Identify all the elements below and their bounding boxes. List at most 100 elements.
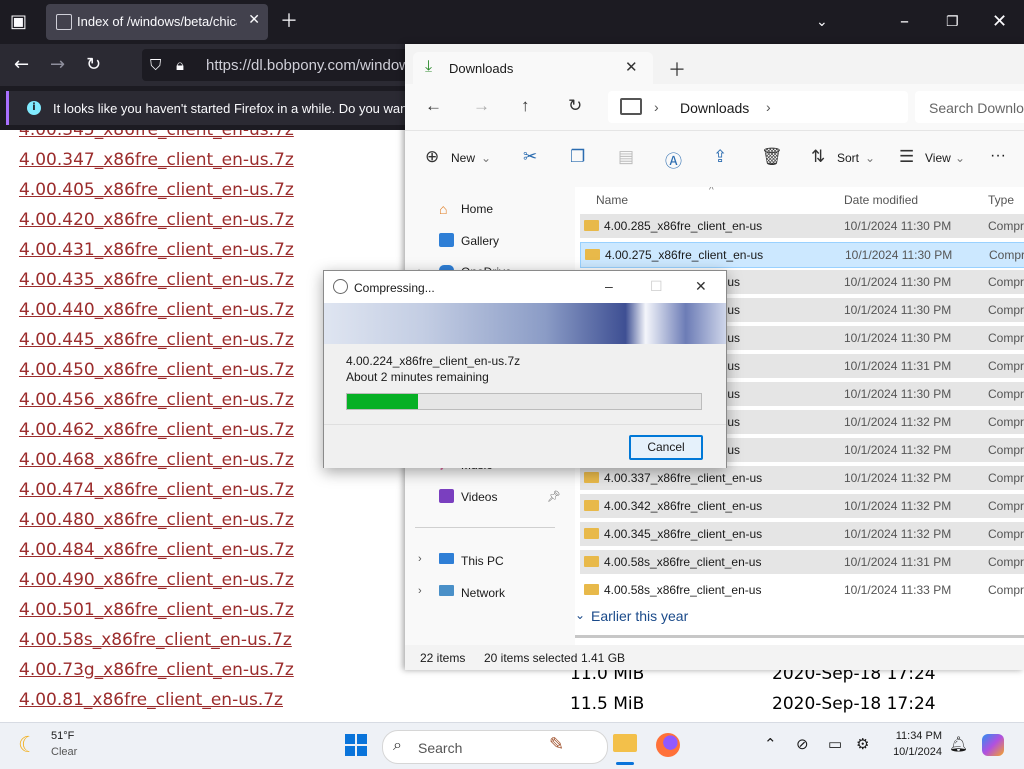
chevron-down-icon[interactable]: ⌄	[955, 151, 965, 165]
file-link[interactable]: 4.00.462_x86fre_client_en-us.7z	[19, 420, 294, 440]
back-icon[interactable]: ←	[425, 96, 442, 116]
paste-icon[interactable]: ▤	[618, 147, 634, 167]
notification-bell-icon[interactable]: 🔔︎	[949, 735, 968, 753]
list-all-tabs-icon[interactable]: ⌄	[816, 12, 828, 32]
file-link[interactable]: 4.00.490_x86fre_client_en-us.7z	[19, 570, 294, 590]
breadcrumb[interactable]: › Downloads ›	[608, 91, 908, 123]
chevron-right-icon[interactable]: ›	[418, 553, 422, 565]
file-row[interactable]: 4.00.342_x86fre_client_en-us 10/1/2024 11…	[580, 494, 1024, 522]
file-link[interactable]: 4.00.431_x86fre_client_en-us.7z	[19, 240, 294, 260]
forward-icon[interactable]: →	[473, 96, 490, 116]
file-link[interactable]: 4.00.58s_x86fre_client_en-us.7z	[19, 630, 292, 650]
close-tab-icon[interactable]: ✕	[625, 58, 638, 76]
nav-item-videos[interactable]: Videos	[461, 490, 497, 504]
file-link[interactable]: 4.00.474_x86fre_client_en-us.7z	[19, 480, 294, 500]
refresh-icon[interactable]: ↻	[568, 96, 582, 116]
back-icon[interactable]: ←	[14, 55, 29, 75]
accessibility-icon[interactable]: ⚙	[856, 735, 869, 753]
taskbar-search[interactable]: ⌕ Search ✎	[382, 730, 608, 764]
copilot-icon[interactable]	[982, 734, 1004, 756]
minimize-icon[interactable]: –	[900, 12, 909, 32]
new-tab-icon[interactable]: ＋	[280, 12, 298, 32]
file-link[interactable]: 4.00.405_x86fre_client_en-us.7z	[19, 180, 294, 200]
column-name[interactable]: Name	[596, 193, 628, 207]
file-row[interactable]: 4.00.58s_x86fre_client_en-us 10/1/2024 11…	[580, 578, 1024, 606]
file-row[interactable]: 4.00.345_x86fre_client_en-us 10/1/2024 11…	[580, 522, 1024, 550]
chevron-down-icon[interactable]: ⌄	[865, 151, 875, 165]
file-row[interactable]: 4.00.337_x86fre_client_en-us 10/1/2024 11…	[580, 466, 1024, 494]
nav-item-network[interactable]: Network	[461, 586, 505, 600]
close-tab-icon[interactable]: ✕	[248, 12, 260, 28]
file-link[interactable]: 4.00.440_x86fre_client_en-us.7z	[19, 300, 294, 320]
view-button[interactable]: View	[925, 151, 951, 165]
explorer-tab-title: Downloads	[449, 61, 514, 76]
sort-button[interactable]: Sort	[837, 151, 859, 165]
zip-folder-icon	[585, 249, 600, 260]
file-row[interactable]: 4.00.58s_x86fre_client_en-us 10/1/2024 11…	[580, 550, 1024, 578]
close-icon[interactable]: ✕	[695, 278, 707, 295]
display-icon[interactable]: ▭	[828, 735, 842, 753]
cancel-button[interactable]: Cancel	[629, 435, 703, 460]
rename-icon[interactable]: Ⓐ	[665, 147, 682, 172]
explorer-tab[interactable]: ⤓ Downloads ✕	[413, 52, 653, 84]
start-button[interactable]	[345, 734, 367, 756]
file-link[interactable]: 4.00.435_x86fre_client_en-us.7z	[19, 270, 294, 290]
file-link[interactable]: 4.00.73g_x86fre_client_en-us.7z	[19, 660, 294, 680]
item-count: 22 items	[420, 651, 466, 665]
nav-item-this-pc[interactable]: This PC	[461, 554, 504, 568]
copy-icon[interactable]: ❐	[570, 147, 585, 167]
cut-icon[interactable]: ✂	[523, 147, 537, 167]
firefox-tab[interactable]: Index of /windows/beta/chicago ✕	[46, 4, 268, 40]
file-link[interactable]: 4.00.484_x86fre_client_en-us.7z	[19, 540, 294, 560]
more-options-icon[interactable]: ···	[990, 147, 1006, 165]
new-tab-icon[interactable]: ＋	[668, 56, 686, 82]
file-explorer-taskbar-icon[interactable]	[612, 728, 638, 765]
file-link[interactable]: 4.00.480_x86fre_client_en-us.7z	[19, 510, 294, 530]
shield-icon[interactable]: ⛉	[150, 55, 161, 75]
chevron-right-icon[interactable]: ›	[418, 585, 422, 597]
file-link[interactable]: 4.00.345_x86fre_client_en-us.7z	[19, 130, 294, 140]
restore-icon[interactable]: ❐	[946, 12, 959, 32]
chevron-right-icon[interactable]: ›	[766, 99, 771, 115]
search-placeholder: Search Downloads	[929, 100, 1024, 116]
column-type[interactable]: Type	[988, 193, 1014, 207]
new-button[interactable]: New	[451, 151, 475, 165]
nav-item-home[interactable]: Home	[461, 202, 493, 216]
chevron-down-icon[interactable]: ⌄	[481, 151, 491, 165]
moon-icon: ☾	[18, 732, 38, 757]
file-link[interactable]: 4.00.347_x86fre_client_en-us.7z	[19, 150, 294, 170]
file-link[interactable]: 4.00.81_x86fre_client_en-us.7z	[19, 690, 283, 710]
file-link[interactable]: 4.00.501_x86fre_client_en-us.7z	[19, 600, 294, 620]
delete-icon[interactable]: 🗑︎	[761, 147, 783, 167]
lock-icon[interactable]: 🔒︎	[176, 55, 184, 75]
file-link[interactable]: 4.00.420_x86fre_client_en-us.7z	[19, 210, 294, 230]
file-row[interactable]: 4.00.285_x86fre_client_en-us 10/1/2024 11…	[580, 214, 1024, 242]
horizontal-scrollbar[interactable]	[575, 635, 1024, 638]
clock-date[interactable]: 10/1/2024	[884, 746, 942, 758]
firefox-taskbar-icon[interactable]	[656, 733, 680, 757]
forward-icon[interactable]: →	[50, 55, 65, 75]
file-date: 10/1/2024 11:31 PM	[844, 359, 952, 373]
nav-item-gallery[interactable]: Gallery	[461, 234, 499, 248]
chevron-down-icon[interactable]: ⌄	[575, 608, 585, 622]
up-icon[interactable]: ↑	[521, 96, 530, 116]
network-off-icon[interactable]: ⊘	[796, 735, 809, 753]
file-type: Compr	[988, 331, 1024, 345]
pin-icon[interactable]: 📌︎	[547, 490, 561, 503]
search-input[interactable]: Search Downloads	[915, 91, 1024, 123]
close-window-icon[interactable]: ✕	[992, 12, 1007, 32]
minimize-icon[interactable]: –	[605, 278, 613, 294]
file-row[interactable]: 4.00.275_x86fre_client_en-us 10/1/2024 11…	[580, 242, 1024, 268]
show-hidden-icons-icon[interactable]: ⌃	[764, 735, 777, 753]
file-link[interactable]: 4.00.456_x86fre_client_en-us.7z	[19, 390, 294, 410]
file-link[interactable]: 4.00.450_x86fre_client_en-us.7z	[19, 360, 294, 380]
breadcrumb-downloads[interactable]: Downloads	[680, 100, 749, 116]
reload-icon[interactable]: ↻	[86, 55, 101, 75]
column-date-modified[interactable]: Date modified	[844, 193, 918, 207]
file-link[interactable]: 4.00.445_x86fre_client_en-us.7z	[19, 330, 294, 350]
tab-list-icon[interactable]: ▣	[10, 12, 27, 32]
clock-time[interactable]: 11:34 PM	[886, 730, 942, 742]
chevron-right-icon[interactable]: ›	[654, 99, 659, 115]
share-icon[interactable]: ⇪	[713, 147, 727, 167]
file-link[interactable]: 4.00.468_x86fre_client_en-us.7z	[19, 450, 294, 470]
